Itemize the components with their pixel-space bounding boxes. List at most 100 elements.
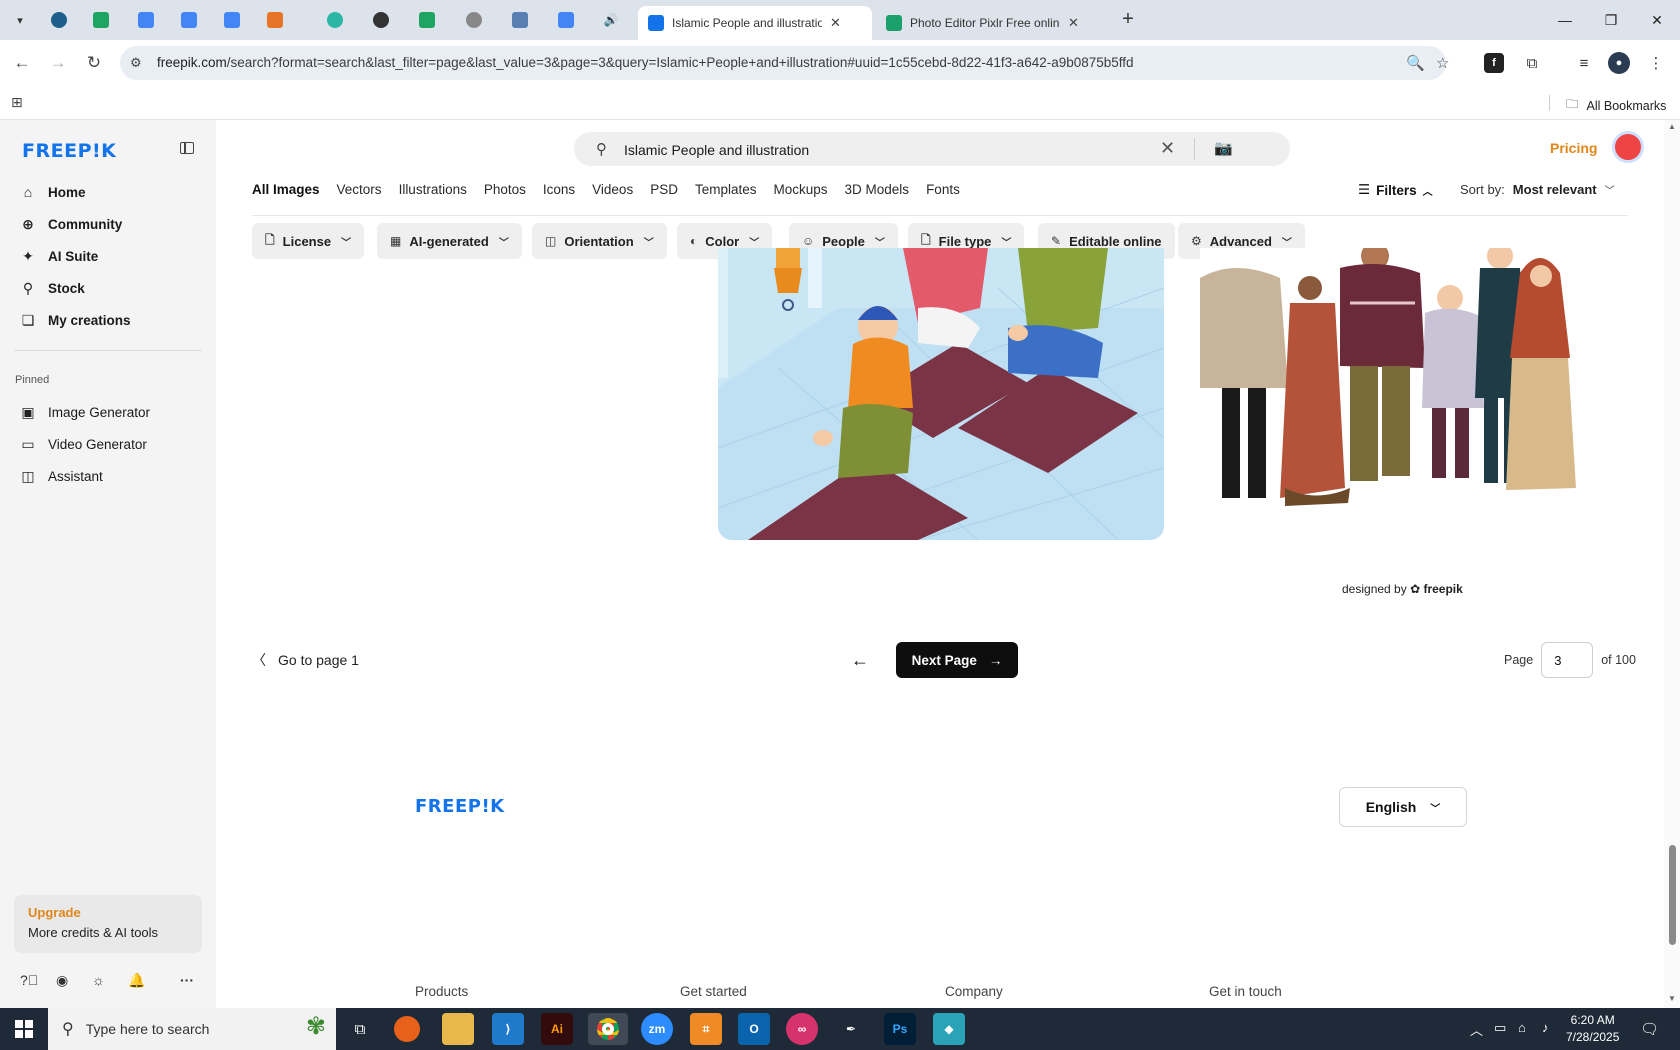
taskbar-search-box[interactable]: ⚲ Type here to search ✾	[48, 1008, 336, 1050]
vscode-icon[interactable]: ⟩	[492, 1013, 524, 1045]
sidebar-item-assistant[interactable]: ◫ Assistant	[14, 462, 202, 490]
sidebar-item-my-creations[interactable]: ❏ My creations	[14, 306, 202, 334]
extension-icon[interactable]: f	[1484, 53, 1504, 73]
close-window-button[interactable]: ✕	[1634, 8, 1680, 32]
search-bar[interactable]: ⚲ Islamic People and illustration ✕ 📷	[574, 132, 1290, 166]
profile-avatar[interactable]: ●	[1608, 52, 1630, 74]
all-bookmarks-button[interactable]: 🗀 All Bookmarks	[1566, 95, 1666, 116]
pinned-tab[interactable]	[507, 8, 533, 32]
clear-search-icon[interactable]: ✕	[1160, 138, 1175, 159]
next-page-button[interactable]: Next Page →	[896, 642, 1018, 678]
tab-search-icon[interactable]: ▾	[8, 8, 32, 32]
previous-page-button[interactable]: ←	[842, 642, 878, 678]
pinned-tab[interactable]: 🔊	[598, 8, 624, 32]
scrollbar-thumb[interactable]	[1669, 845, 1676, 945]
footer-freepik-logo[interactable]: FREEP!K	[415, 796, 505, 817]
media-controls-icon[interactable]: ≡	[1572, 51, 1596, 75]
wifi-icon[interactable]: ⌂	[1518, 1020, 1526, 1035]
photoshop-icon[interactable]: Ps	[884, 1013, 916, 1045]
camera-search-icon[interactable]: 📷	[1214, 139, 1233, 157]
tab-photos[interactable]: Photos	[484, 182, 526, 204]
tab-templates[interactable]: Templates	[695, 182, 757, 204]
app-icon[interactable]: ⌗	[690, 1013, 722, 1045]
tab-icons[interactable]: Icons	[543, 182, 575, 204]
help-icon[interactable]: ?⃝	[20, 972, 38, 988]
network-icon[interactable]: ▭	[1494, 1020, 1506, 1036]
sidebar-item-ai-suite[interactable]: ✦ AI Suite	[14, 242, 202, 270]
task-view-icon[interactable]: ⧉	[344, 1013, 376, 1045]
illustrator-icon[interactable]: Ai	[541, 1013, 573, 1045]
zoom-icon[interactable]: 🔍	[1406, 54, 1425, 72]
filter-chip-ai-generated[interactable]: ▦ AI-generated ﹀	[377, 223, 522, 259]
creative-cloud-icon[interactable]: ∞	[786, 1013, 818, 1045]
result-image-muslim-people-group[interactable]	[1198, 242, 1620, 558]
sidebar-item-home[interactable]: ⌂ Home	[14, 178, 202, 206]
discord-icon[interactable]: ◉	[56, 972, 68, 989]
filter-chip-license[interactable]: 🗋 License ﹀	[252, 223, 365, 259]
tab-videos[interactable]: Videos	[592, 182, 633, 204]
tab-pixlr[interactable]: Photo Editor Pixlr Free online Im ✕	[876, 6, 1110, 40]
sidebar-item-community[interactable]: ⊕ Community	[14, 210, 202, 238]
apps-grid-icon[interactable]: ⊞	[11, 94, 23, 111]
user-avatar[interactable]	[1612, 131, 1644, 163]
pen-tool-icon[interactable]: ✒	[835, 1013, 867, 1045]
file-explorer-icon[interactable]	[442, 1013, 474, 1045]
show-hidden-icons[interactable]: ︿	[1470, 1020, 1483, 1039]
pinned-tab[interactable]	[414, 8, 440, 32]
tab-illustrations[interactable]: Illustrations	[399, 182, 467, 204]
forward-button[interactable]: →	[46, 51, 70, 75]
pricing-link[interactable]: Pricing	[1550, 140, 1597, 156]
sidebar-item-video-generator[interactable]: ▭ Video Generator	[14, 430, 202, 458]
address-bar[interactable]: ⚙ freepik.com/search?format=search&last_…	[120, 46, 1449, 80]
tab-fonts[interactable]: Fonts	[926, 182, 960, 204]
collapse-sidebar-icon[interactable]	[180, 142, 194, 154]
filter-chip-orientation[interactable]: ◫ Orientation ﹀	[532, 223, 667, 259]
freepik-logo[interactable]: FREEP!K	[22, 140, 116, 162]
chrome-taskbar-icon[interactable]	[588, 1013, 628, 1045]
search-input[interactable]: Islamic People and illustration	[624, 142, 809, 158]
pinned-tab[interactable]	[553, 8, 579, 32]
extensions-puzzle-icon[interactable]: ⧉	[1520, 51, 1544, 75]
upgrade-card[interactable]: Upgrade More credits & AI tools	[14, 895, 202, 953]
tab-psd[interactable]: PSD	[650, 182, 678, 204]
go-to-first-page-link[interactable]: 〈 Go to page 1	[252, 650, 359, 670]
pinned-tab[interactable]	[88, 8, 114, 32]
site-info-icon[interactable]: ⚙	[130, 55, 142, 71]
pinned-tab[interactable]	[322, 8, 348, 32]
pinned-tab[interactable]	[133, 8, 159, 32]
pinned-tab[interactable]	[262, 8, 288, 32]
outlook-icon[interactable]: O	[738, 1013, 770, 1045]
tab-all-images[interactable]: All Images	[252, 182, 320, 204]
tab-mockups[interactable]: Mockups	[774, 182, 828, 204]
page-scrollbar[interactable]: ▲ ▼	[1664, 120, 1680, 1008]
close-tab-icon[interactable]: ✕	[830, 15, 841, 31]
back-button[interactable]: ←	[10, 51, 34, 75]
pinned-tab[interactable]	[176, 8, 202, 32]
start-button[interactable]	[0, 1008, 48, 1050]
reload-button[interactable]: ↻	[82, 51, 106, 75]
system-clock[interactable]: 6:20 AM 7/28/2025	[1566, 1012, 1619, 1046]
volume-icon[interactable]: ♪	[1542, 1020, 1549, 1035]
more-options-icon[interactable]: ···	[180, 972, 194, 988]
restore-button[interactable]: ❐	[1588, 8, 1634, 32]
new-tab-button[interactable]: +	[1118, 9, 1138, 30]
theme-sun-icon[interactable]: ☼	[92, 972, 105, 988]
result-image-praying-people[interactable]	[718, 248, 1164, 540]
page-number-input[interactable]: 3	[1541, 642, 1594, 678]
language-selector[interactable]: English ﹀	[1339, 787, 1467, 827]
notifications-icon[interactable]: 🗨	[1640, 1020, 1659, 1038]
tab-vectors[interactable]: Vectors	[337, 182, 382, 204]
pinned-tab[interactable]	[219, 8, 245, 32]
pinned-tab[interactable]	[461, 8, 487, 32]
scroll-up-arrow-icon[interactable]: ▲	[1668, 122, 1676, 131]
sidebar-item-stock[interactable]: ⚲ Stock	[14, 274, 202, 302]
sort-dropdown[interactable]: Sort by: Most relevant ﹀	[1460, 182, 1615, 197]
filters-button[interactable]: ☰ Filters ︿	[1358, 182, 1433, 198]
pinned-tab[interactable]	[368, 8, 394, 32]
firefox-icon[interactable]	[394, 1016, 420, 1042]
app-icon[interactable]: ◆	[933, 1013, 965, 1045]
chrome-menu-icon[interactable]: ⋮	[1644, 51, 1668, 75]
scroll-down-arrow-icon[interactable]: ▼	[1668, 994, 1676, 1003]
tab-freepik[interactable]: Islamic People and illustration ✕	[638, 6, 872, 40]
notifications-bell-icon[interactable]: 🔔	[128, 972, 145, 989]
